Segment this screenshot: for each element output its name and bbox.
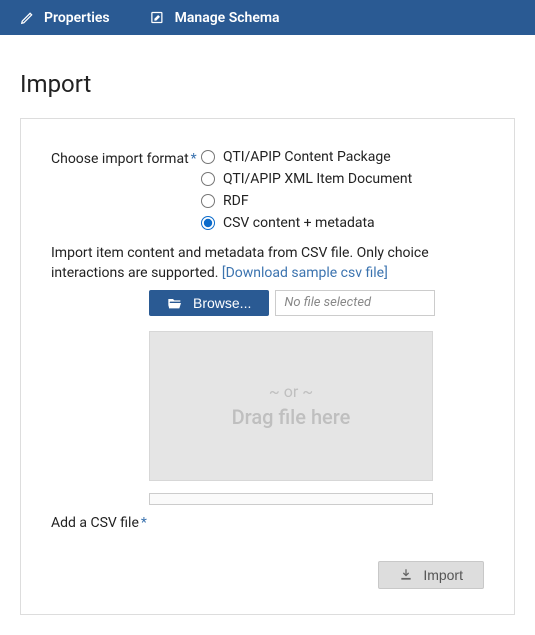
format-radio-group: QTI/APIP Content Package QTI/APIP XML Ite… <box>201 149 412 231</box>
format-option[interactable]: CSV content + metadata <box>201 215 412 231</box>
format-label: Choose import format* <box>51 149 201 167</box>
format-option[interactable]: QTI/APIP Content Package <box>201 149 412 165</box>
format-radio[interactable] <box>201 172 215 186</box>
edit-square-icon <box>150 10 165 25</box>
folder-open-icon <box>167 296 183 310</box>
page-title: Import <box>20 70 515 98</box>
required-marker: * <box>141 515 147 531</box>
properties-label: Properties <box>44 10 110 26</box>
import-icon <box>399 568 413 582</box>
format-option-label: CSV content + metadata <box>223 215 375 231</box>
import-button[interactable]: Import <box>378 561 484 589</box>
manage-schema-tab[interactable]: Manage Schema <box>150 10 280 26</box>
required-marker: * <box>191 151 197 167</box>
pencil-icon <box>20 11 34 25</box>
upload-progress-bar <box>149 493 433 505</box>
format-radio[interactable] <box>201 216 215 230</box>
import-panel: Choose import format* QTI/APIP Content P… <box>20 118 515 615</box>
import-button-label: Import <box>423 567 463 583</box>
panel-footer: Import <box>51 561 484 589</box>
format-option-label: RDF <box>223 193 249 209</box>
drop-or-text: ~ or ~ <box>269 382 313 401</box>
download-sample-link[interactable]: [Download sample csv file] <box>222 265 388 281</box>
drop-area[interactable]: ~ or ~ Drag file here <box>149 331 433 481</box>
drop-drag-text: Drag file here <box>232 405 351 429</box>
format-option-label: QTI/APIP Content Package <box>223 149 391 165</box>
file-picker-row: Browse... No file selected <box>149 290 484 316</box>
add-csv-field: Add a CSV file* <box>51 515 484 531</box>
drop-area-wrapper: ~ or ~ Drag file here <box>149 331 484 481</box>
browse-button[interactable]: Browse... <box>149 290 269 316</box>
format-option-label: QTI/APIP XML Item Document <box>223 171 412 187</box>
format-help-text: Import item content and metadata from CS… <box>51 243 484 284</box>
format-option[interactable]: RDF <box>201 193 412 209</box>
page-body: Import Choose import format* QTI/APIP Co… <box>0 35 535 635</box>
properties-tab[interactable]: Properties <box>20 10 110 26</box>
add-csv-label: Add a CSV file <box>51 515 139 531</box>
topbar: Properties Manage Schema <box>0 0 535 35</box>
browse-label: Browse... <box>193 295 251 311</box>
format-radio[interactable] <box>201 194 215 208</box>
selected-file-display: No file selected <box>275 290 435 316</box>
format-option[interactable]: QTI/APIP XML Item Document <box>201 171 412 187</box>
format-field: Choose import format* QTI/APIP Content P… <box>51 149 484 231</box>
format-radio[interactable] <box>201 150 215 164</box>
manage-schema-label: Manage Schema <box>175 10 280 26</box>
